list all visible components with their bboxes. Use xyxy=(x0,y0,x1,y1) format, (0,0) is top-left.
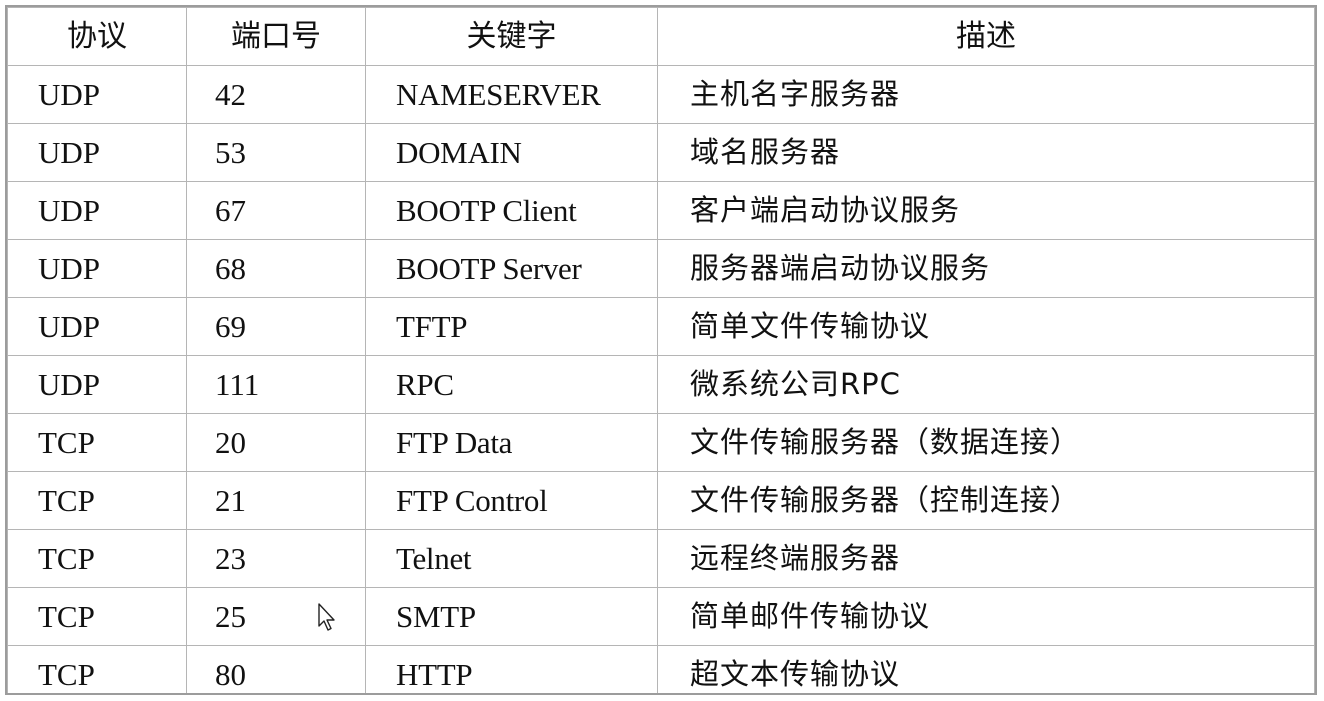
cell-port: 20 xyxy=(186,413,366,472)
cell-description: 客户端启动协议服务 xyxy=(657,181,1315,240)
header-port: 端口号 xyxy=(186,7,366,66)
port-table: 协议 端口号 关键字 描述 UDP 42 NAMESERVER 主机名字服务器 … xyxy=(7,7,1315,693)
cell-port: 53 xyxy=(186,123,366,182)
table-row: TCP 20 FTP Data 文件传输服务器（数据连接） xyxy=(7,413,1315,472)
cell-protocol: TCP xyxy=(7,645,187,693)
cell-keyword: BOOTP Server xyxy=(365,239,658,298)
cell-keyword: SMTP xyxy=(365,587,658,646)
table-row: UDP 69 TFTP 简单文件传输协议 xyxy=(7,297,1315,356)
cell-keyword: FTP Control xyxy=(365,471,658,530)
cell-port: 111 xyxy=(186,355,366,414)
cell-keyword: FTP Data xyxy=(365,413,658,472)
cell-keyword: Telnet xyxy=(365,529,658,588)
table-row: TCP 23 Telnet 远程终端服务器 xyxy=(7,529,1315,588)
header-protocol: 协议 xyxy=(7,7,187,66)
cell-port: 69 xyxy=(186,297,366,356)
table-row: TCP 80 HTTP 超文本传输协议 xyxy=(7,645,1315,693)
table-row: TCP 21 FTP Control 文件传输服务器（控制连接） xyxy=(7,471,1315,530)
cell-description: 文件传输服务器（控制连接） xyxy=(657,471,1315,530)
cell-protocol: TCP xyxy=(7,413,187,472)
cell-protocol: UDP xyxy=(7,181,187,240)
cell-keyword: RPC xyxy=(365,355,658,414)
table-row: TCP 25 SMTP 简单邮件传输协议 xyxy=(7,587,1315,646)
cell-description: 微系统公司RPC xyxy=(657,355,1315,414)
cell-port: 67 xyxy=(186,181,366,240)
cell-description: 简单文件传输协议 xyxy=(657,297,1315,356)
table-row: UDP 42 NAMESERVER 主机名字服务器 xyxy=(7,65,1315,124)
cell-description: 主机名字服务器 xyxy=(657,65,1315,124)
cell-protocol: UDP xyxy=(7,239,187,298)
cell-protocol: UDP xyxy=(7,65,187,124)
cell-port: 25 xyxy=(186,587,366,646)
cell-description: 远程终端服务器 xyxy=(657,529,1315,588)
cell-description: 域名服务器 xyxy=(657,123,1315,182)
cell-description: 文件传输服务器（数据连接） xyxy=(657,413,1315,472)
cell-description: 超文本传输协议 xyxy=(657,645,1315,693)
cell-protocol: UDP xyxy=(7,355,187,414)
cell-keyword: DOMAIN xyxy=(365,123,658,182)
cell-protocol: UDP xyxy=(7,297,187,356)
cell-port: 68 xyxy=(186,239,366,298)
cell-keyword: TFTP xyxy=(365,297,658,356)
cell-description: 简单邮件传输协议 xyxy=(657,587,1315,646)
cell-port: 23 xyxy=(186,529,366,588)
cell-protocol: TCP xyxy=(7,587,187,646)
cell-port: 80 xyxy=(186,645,366,693)
cell-description: 服务器端启动协议服务 xyxy=(657,239,1315,298)
table-header-row: 协议 端口号 关键字 描述 xyxy=(7,7,1315,66)
cell-port: 42 xyxy=(186,65,366,124)
table-row: UDP 53 DOMAIN 域名服务器 xyxy=(7,123,1315,182)
cell-keyword: BOOTP Client xyxy=(365,181,658,240)
table-row: UDP 68 BOOTP Server 服务器端启动协议服务 xyxy=(7,239,1315,298)
cell-protocol: UDP xyxy=(7,123,187,182)
cell-protocol: TCP xyxy=(7,471,187,530)
mouse-pointer-icon xyxy=(318,603,335,631)
table-row: UDP 67 BOOTP Client 客户端启动协议服务 xyxy=(7,181,1315,240)
header-keyword: 关键字 xyxy=(365,7,658,66)
table-row: UDP 111 RPC 微系统公司RPC xyxy=(7,355,1315,414)
cell-port: 21 xyxy=(186,471,366,530)
cell-protocol: TCP xyxy=(7,529,187,588)
port-table-container: 协议 端口号 关键字 描述 UDP 42 NAMESERVER 主机名字服务器 … xyxy=(5,5,1317,695)
cell-keyword: NAMESERVER xyxy=(365,65,658,124)
header-description: 描述 xyxy=(657,7,1315,66)
cell-keyword: HTTP xyxy=(365,645,658,693)
